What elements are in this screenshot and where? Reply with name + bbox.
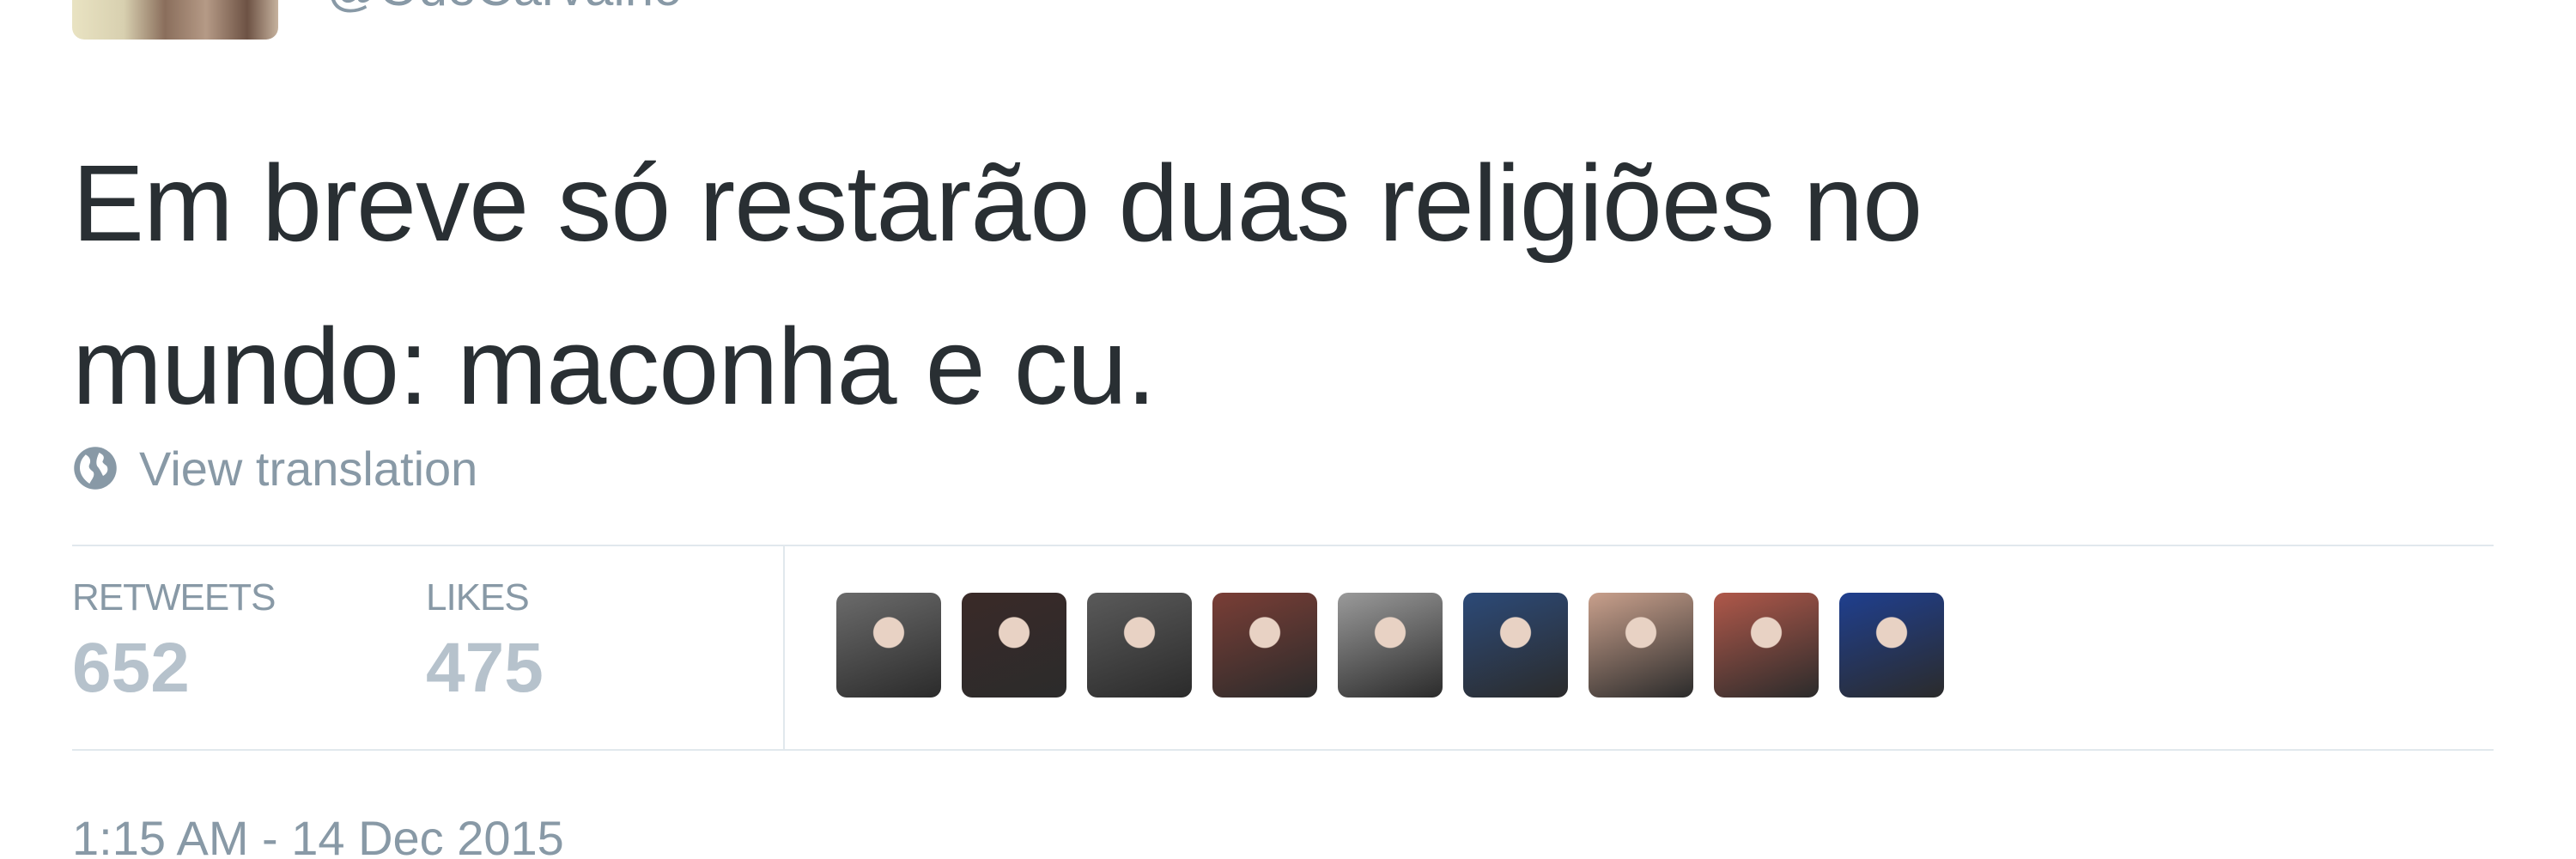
liker-avatar-6[interactable] [1463,593,1568,698]
author-handle[interactable]: @OdeCarvalho [326,0,682,14]
liker-avatar-9[interactable] [1839,593,1944,698]
liker-avatars [836,593,1944,698]
globe-icon [74,447,117,490]
liker-avatar-1[interactable] [836,593,941,698]
stats-top-divider [72,545,2494,546]
tweet-text-line-1: Em breve só restarão duas religiões no [72,143,1923,264]
retweets-label: RETWEETS [72,576,276,618]
liker-avatar-5[interactable] [1338,593,1443,698]
liker-avatar-4[interactable] [1212,593,1317,698]
liker-avatar-7[interactable] [1589,593,1693,698]
tweet-timestamp[interactable]: 1:15 AM - 14 Dec 2015 [72,814,564,859]
tweet-text-line-2: mundo: maconha e cu. [72,306,1157,427]
author-avatar[interactable] [72,0,278,40]
likes-count: 475 [426,629,544,707]
view-translation-label: View translation [139,441,478,496]
likes-stat[interactable]: LIKES 475 [426,574,544,710]
likes-label: LIKES [426,576,530,618]
liker-avatar-3[interactable] [1087,593,1192,698]
tweet-text: Em breve só restarão duas religiões no m… [72,122,2391,448]
stats-vertical-divider [783,546,785,749]
retweets-stat[interactable]: RETWEETS 652 [72,574,276,710]
view-translation-link[interactable]: View translation [72,441,478,496]
tweet-page: @OdeCarvalho Em breve só restarão duas r… [0,0,2576,859]
liker-avatar-8[interactable] [1714,593,1819,698]
stats-bottom-divider [72,749,2494,751]
retweets-count: 652 [72,629,190,707]
liker-avatar-2[interactable] [962,593,1066,698]
